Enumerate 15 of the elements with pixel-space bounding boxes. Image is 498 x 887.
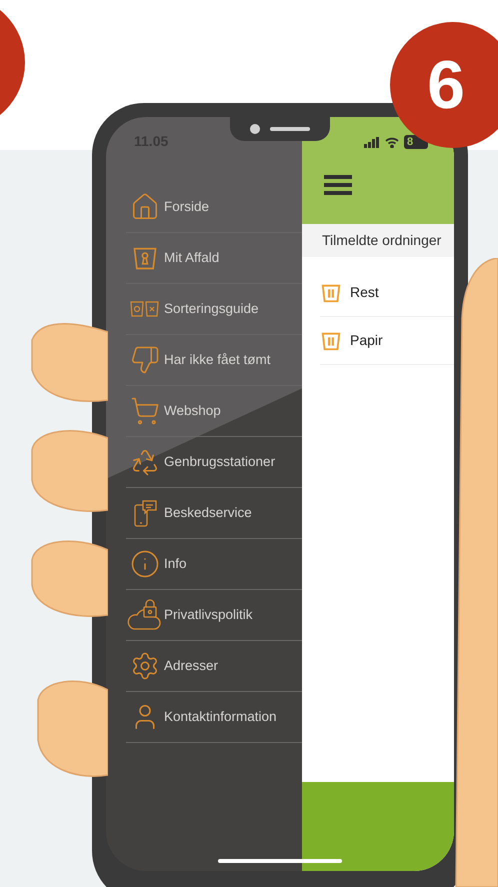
speaker-slot	[270, 127, 310, 131]
gear-icon	[130, 651, 160, 681]
scheme-row[interactable]: Rest	[320, 269, 454, 317]
thumbs-down-icon	[130, 345, 160, 375]
recycle-icon	[130, 447, 160, 477]
sorting-bins-icon	[130, 300, 160, 318]
signal-icon	[364, 136, 380, 148]
scheme-row[interactable]: Papir	[320, 317, 454, 365]
info-icon	[130, 549, 160, 579]
wifi-icon	[385, 136, 399, 148]
section-header: Tilmeldte ordninger	[302, 224, 454, 257]
step-number: 6	[427, 51, 465, 119]
cart-icon	[130, 396, 160, 426]
house-icon	[130, 192, 160, 222]
menu-button[interactable]	[324, 173, 354, 197]
